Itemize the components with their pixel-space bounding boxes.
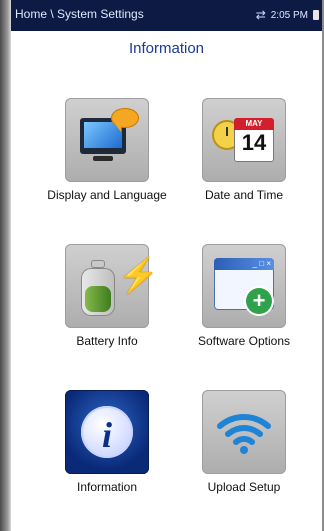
info-icon: i <box>81 406 133 458</box>
tile-battery-info[interactable]: ⚡ Battery Info <box>37 244 177 348</box>
tile-label: Display and Language <box>47 188 167 202</box>
tile-label: Upload Setup <box>207 480 281 494</box>
tile-label: Date and Time <box>204 188 284 202</box>
info-glyph: i <box>101 415 112 455</box>
plus-icon: + <box>246 288 272 314</box>
left-bezel <box>0 0 11 531</box>
page-title: Information <box>128 40 205 57</box>
lightning-bolt-icon: ⚡ <box>117 257 160 295</box>
display-language-icon-box[interactable] <box>65 98 149 182</box>
sync-icon: ⇄ <box>255 8 266 22</box>
chat-bubble-tail <box>115 124 121 132</box>
breadcrumb[interactable]: Home \ System Settings <box>15 7 144 21</box>
upload-setup-icon-box[interactable] <box>202 390 286 474</box>
tile-upload-setup[interactable]: Upload Setup <box>174 390 314 494</box>
tile-display-language[interactable]: Display and Language <box>37 98 177 202</box>
tile-label: Information <box>76 480 138 494</box>
date-time-icon-box[interactable]: MAY 14 <box>202 98 286 182</box>
wifi-icon <box>214 412 274 456</box>
tile-software-options[interactable]: _ □ × + Software Options <box>174 244 314 348</box>
tile-label: Battery Info <box>76 334 138 348</box>
battery-info-icon-box[interactable]: ⚡ <box>65 244 159 328</box>
window-titlebar: _ □ × <box>214 258 274 270</box>
status-area: ⇄ 2:05 PM <box>256 8 319 22</box>
calendar-icon: MAY 14 <box>234 118 274 162</box>
tile-label: Software Options <box>197 334 291 348</box>
tile-information[interactable]: i Information <box>37 390 177 494</box>
tile-date-time[interactable]: MAY 14 Date and Time <box>174 98 314 202</box>
device-screen: Home \ System Settings ⇄ 2:05 PM Informa… <box>0 0 324 531</box>
battery-icon <box>313 10 319 20</box>
battery-body-icon <box>81 268 115 316</box>
calendar-month: MAY <box>234 118 274 130</box>
clock-time: 2:05 PM <box>270 9 308 21</box>
calendar-day: 14 <box>241 130 267 155</box>
monitor-stand <box>93 156 113 161</box>
battery-level <box>85 286 111 312</box>
battery-cap <box>91 260 105 268</box>
information-icon-box[interactable]: i <box>65 390 149 474</box>
software-options-icon-box[interactable]: _ □ × + <box>202 244 286 328</box>
status-bar: Home \ System Settings ⇄ 2:05 PM <box>11 0 322 31</box>
